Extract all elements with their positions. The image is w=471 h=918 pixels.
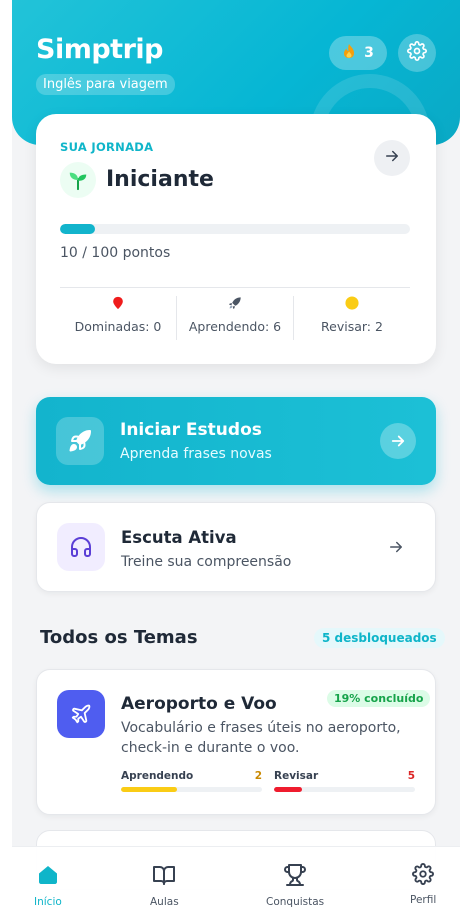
journey-stats: Dominadas: 0 Aprendendo: 6 Revisar: 2	[60, 296, 410, 340]
rocket-icon	[228, 296, 242, 313]
cta-subtitle: Aprenda frases novas	[120, 446, 272, 462]
headphones-icon	[57, 523, 105, 571]
nav-lessons-label: Aulas	[150, 896, 179, 908]
journey-progress-bar	[60, 224, 410, 234]
listening-subtitle: Treine sua compreensão	[121, 554, 292, 570]
journey-card: SUA JORNADA Iniciante 10 / 100 pontos Do…	[36, 114, 436, 364]
circle-icon	[345, 296, 359, 313]
theme-learning-count: 2	[254, 770, 262, 782]
pin-icon	[111, 296, 125, 313]
theme-description: Vocabulário e frases úteis no aeroporto,…	[121, 720, 401, 756]
rocket-icon	[56, 417, 104, 465]
stat-review-label: Revisar: 2	[321, 319, 383, 334]
journey-points: 10 / 100 pontos	[60, 245, 171, 261]
journey-level: Iniciante	[106, 167, 214, 192]
home-icon	[36, 863, 60, 890]
stat-mastered: Dominadas: 0	[60, 296, 176, 340]
theme-review-count: 5	[407, 770, 415, 782]
theme-learning-fill	[121, 787, 178, 792]
bottom-nav: Início Aulas Conquistas Perfil	[12, 846, 460, 918]
app-subtitle: Inglês para viagem	[36, 74, 175, 95]
flame-icon	[342, 43, 356, 63]
journey-progress-fill	[60, 224, 95, 234]
theme-review-label: Revisar	[274, 770, 319, 782]
stat-review: Revisar: 2	[293, 296, 410, 340]
listening-title: Escuta Ativa	[121, 528, 237, 547]
theme-learning-track	[121, 787, 262, 792]
theme-review-meter: Revisar 5	[274, 770, 415, 792]
sprout-icon	[60, 162, 96, 198]
nav-profile-label: Perfil	[410, 894, 437, 906]
themes-unlocked-badge: 5 desbloqueados	[314, 628, 445, 648]
streak-badge[interactable]: 3	[329, 36, 387, 70]
nav-achievements-label: Conquistas	[266, 896, 325, 908]
theme-title: Aeroporto e Voo	[121, 694, 277, 714]
cta-title: Iniciar Estudos	[120, 420, 262, 440]
theme-review-fill	[274, 787, 303, 792]
stat-learning: Aprendendo: 6	[176, 296, 293, 340]
theme-learning-label: Aprendendo	[121, 770, 194, 782]
arrow-right-icon	[380, 423, 416, 459]
journey-label: SUA JORNADA	[60, 140, 154, 154]
nav-home-label: Início	[34, 896, 62, 908]
app-title: Simptrip	[36, 34, 163, 65]
streak-count: 3	[364, 45, 374, 61]
divider	[60, 287, 410, 288]
gear-icon	[412, 863, 435, 888]
theme-learning-meter: Aprendendo 2	[121, 770, 262, 792]
settings-button[interactable]	[398, 34, 436, 72]
nav-lessons[interactable]: Aulas	[150, 863, 179, 908]
arrow-right-icon	[383, 147, 401, 169]
airplane-icon	[57, 690, 105, 738]
book-icon	[152, 863, 176, 890]
active-listening-button[interactable]: Escuta Ativa Treine sua compreensão	[36, 502, 436, 592]
journey-details-button[interactable]	[374, 140, 410, 176]
stat-learning-label: Aprendendo: 6	[188, 319, 282, 334]
theme-review-track	[274, 787, 415, 792]
nav-achievements[interactable]: Conquistas	[266, 863, 324, 908]
themes-section-title: Todos os Temas	[40, 627, 198, 648]
trophy-icon	[283, 863, 307, 890]
theme-progress-badge: 19% concluído	[327, 690, 431, 707]
start-studying-button[interactable]: Iniciar Estudos Aprenda frases novas	[36, 397, 436, 485]
theme-card-airport[interactable]: Aeroporto e Voo 19% concluído Vocabulári…	[36, 669, 436, 815]
nav-home[interactable]: Início	[34, 863, 62, 908]
app-screen: Simptrip Inglês para viagem 3 SUA JORNAD…	[12, 0, 460, 918]
gear-icon	[407, 41, 427, 65]
arrow-right-icon	[387, 538, 405, 560]
nav-profile[interactable]: Perfil	[410, 863, 436, 906]
stat-mastered-label: Dominadas: 0	[74, 319, 162, 334]
